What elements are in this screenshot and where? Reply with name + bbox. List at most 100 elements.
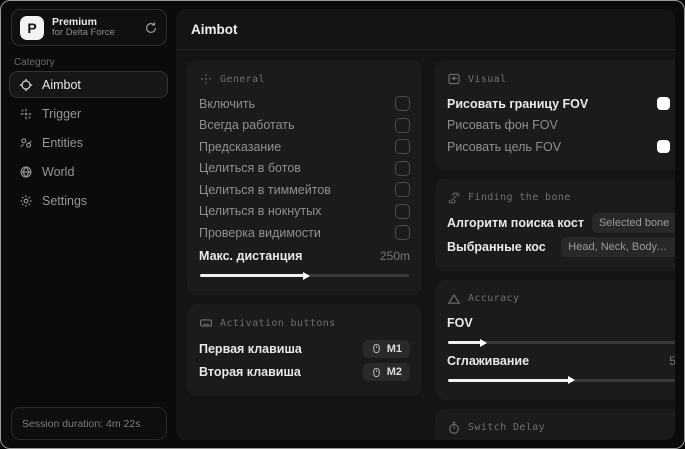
session-duration: Session duration: 4m 22s [11, 407, 167, 440]
row-controls [395, 96, 410, 112]
sidebar-item-label: Aimbot [42, 77, 81, 92]
row-controls: ✓ [657, 96, 675, 111]
select-value: Selected bone [598, 217, 670, 230]
slider-label-row: Макс. дистанция 250m [199, 246, 410, 268]
slider-group: Макс. дистанция 250m [199, 246, 410, 280]
section-card-bone: Finding the bone Алгоритм поиска кост Sele… [435, 178, 675, 271]
keybind-row: Вторая клавиша M2 [199, 361, 410, 385]
sidebar: P Premium for Delta Force Category Aimbo… [1, 1, 176, 448]
slider-thumb[interactable] [302, 271, 310, 280]
select-row: Выбранные кос Head, Neck, Body, Pe.. [447, 235, 675, 259]
slider-label-row: Сглаживание 50% [447, 350, 675, 372]
row-label: Первая клавиша [199, 341, 302, 356]
checkbox[interactable] [395, 96, 410, 112]
row-controls [657, 139, 675, 154]
row-label: FOV [447, 316, 473, 331]
brand-card: P Premium for Delta Force [11, 9, 167, 46]
sidebar-item-label: Entities [42, 135, 83, 150]
checkbox[interactable] [395, 117, 410, 133]
sidebar-item-label: Settings [42, 193, 88, 208]
section-title: Finding the bone [468, 192, 571, 203]
bone-icon [447, 191, 461, 205]
slider-fill [448, 378, 571, 382]
section-header: Visual [447, 72, 675, 86]
row-controls [395, 117, 410, 133]
section-card-switch_delay: Switch DelayЗадержка переключенияЗадержк… [435, 408, 675, 440]
slider-group: Сглаживание 50% [447, 350, 675, 384]
brand-text: Premium for Delta Force [52, 16, 136, 39]
timer-icon [447, 421, 461, 435]
slider[interactable] [200, 271, 409, 280]
checkbox[interactable] [395, 203, 410, 219]
section-title: General [220, 73, 265, 85]
row-label: Включить [199, 96, 256, 111]
color-swatch[interactable] [657, 140, 671, 154]
sidebar-item-aimbot[interactable]: Aimbot [9, 71, 168, 98]
slider-fill [200, 274, 305, 277]
color-swatch[interactable] [657, 97, 671, 111]
toggle-row: Рисовать границу FOV ✓ [447, 93, 675, 115]
sidebar-item-settings[interactable]: Settings [9, 187, 168, 214]
checkbox[interactable] [395, 225, 410, 241]
mouse-icon [371, 367, 382, 378]
toggle-row: Всегда работать [199, 115, 410, 137]
app-window: P Premium for Delta Force Category Aimbo… [0, 0, 685, 449]
refresh-icon[interactable] [144, 21, 158, 35]
row-controls [395, 203, 410, 219]
left-column: General Включить Всегда работать Предсказан… [187, 60, 422, 396]
sidebar-item-label: Trigger [42, 106, 82, 121]
section-title: Accuracy [468, 293, 520, 304]
content-columns: General Включить Всегда работать Предсказан… [176, 50, 675, 440]
row-label: Всегда работать [199, 118, 295, 133]
slider-thumb[interactable] [480, 338, 488, 347]
row-controls [395, 225, 410, 241]
toggle-row: Включить [199, 93, 410, 115]
sidebar-item-world[interactable]: World [9, 158, 168, 185]
crosshair-dots-icon [199, 72, 213, 86]
checkbox[interactable] [395, 139, 410, 155]
section-header: Finding the bone [447, 191, 675, 205]
sidebar-item-label: World [42, 164, 75, 179]
slider[interactable] [448, 338, 675, 347]
slider-group: FOV60° [447, 313, 675, 347]
page-title: Aimbot [191, 22, 238, 37]
row-label: Проверка видимости [199, 225, 321, 240]
keybind-button[interactable]: M2 [362, 363, 410, 382]
toggle-row: Рисовать фон FOV [447, 115, 675, 137]
section-header: Activation buttons [199, 316, 410, 330]
app-logo: P [20, 15, 44, 40]
main-panel: Aimbot General Включить Всегда работать Пре… [176, 9, 675, 440]
row-label: Предсказание [199, 139, 282, 154]
row-label: Вторая клавиша [199, 365, 301, 380]
row-label: Алгоритм поиска кост [447, 216, 584, 231]
section-header: Accuracy [447, 292, 675, 306]
brand-subtitle: for Delta Force [52, 27, 115, 39]
slider[interactable] [448, 376, 675, 384]
slider-value: 250m [379, 249, 410, 264]
globe-icon [19, 165, 33, 179]
sidebar-item-trigger[interactable]: Trigger [9, 100, 168, 127]
checkbox[interactable] [395, 182, 410, 198]
keybind-value: M2 [386, 366, 402, 379]
checkbox[interactable] [395, 160, 410, 176]
row-label: Целиться в нокнутых [199, 204, 322, 219]
triangle-icon [447, 292, 461, 306]
mouse-icon [371, 343, 382, 354]
slider-thumb[interactable] [568, 376, 576, 384]
eye-box-icon [447, 72, 461, 86]
sidebar-nav: Aimbot Trigger Entities World Settings [9, 71, 168, 216]
aimbot-crosshair-icon [19, 78, 33, 92]
section-title: Switch Delay [468, 422, 546, 433]
slider-value: 50% [669, 354, 675, 368]
select-dropdown[interactable]: Selected bone [591, 213, 675, 234]
row-label: Макс. дистанция [199, 249, 303, 264]
toggle-row: Целиться в нокнутых [199, 201, 410, 223]
entities-radar-icon [19, 136, 33, 150]
section-title: Visual [468, 73, 507, 85]
row-label: Целиться в ботов [199, 161, 301, 176]
section-card-general: General Включить Всегда работать Предсказан… [187, 60, 422, 295]
select-dropdown[interactable]: Head, Neck, Body, Pe.. [561, 236, 675, 257]
sidebar-item-entities[interactable]: Entities [9, 129, 168, 156]
keybind-button[interactable]: M1 [362, 339, 410, 358]
row-controls [395, 160, 410, 176]
